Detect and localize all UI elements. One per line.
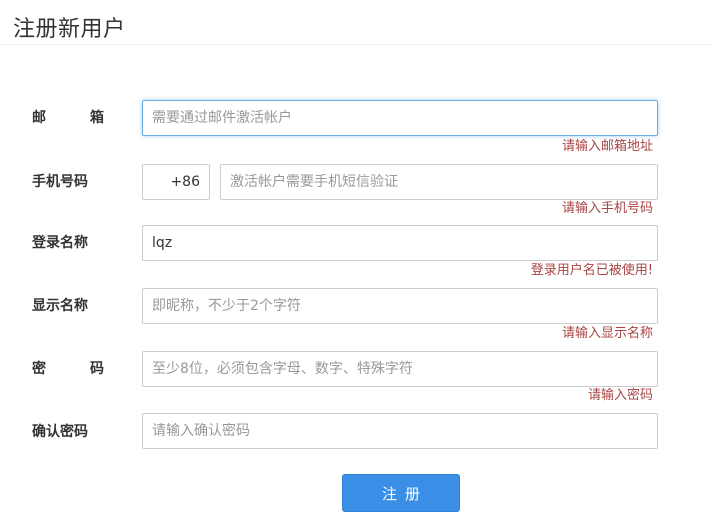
display-name-input[interactable]: [142, 288, 658, 324]
email-label-char-1: 邮: [32, 110, 46, 126]
login-name-error: 登录用户名已被使用!: [530, 263, 653, 278]
register-button[interactable]: 注册: [342, 474, 460, 512]
display-name-label: 显示名称: [32, 298, 88, 314]
password-input[interactable]: [142, 351, 658, 387]
phone-error: 请输入手机号码: [561, 201, 653, 216]
email-input[interactable]: [142, 100, 658, 136]
email-label-char-2: 箱: [90, 110, 104, 126]
login-name-label: 登录名称: [32, 235, 88, 251]
login-name-input[interactable]: [142, 225, 658, 261]
password-error: 请输入密码: [587, 388, 653, 403]
display-name-error: 请输入显示名称: [561, 326, 653, 341]
password-label-char-2: 码: [90, 361, 104, 377]
password-label: 密 码: [32, 359, 104, 379]
phone-label: 手机号码: [32, 174, 88, 190]
phone-input[interactable]: [220, 164, 658, 200]
register-form: 邮 箱 请输入邮箱地址 手机号码 +86 请输入手机号码 登录名称 登录用户名已…: [0, 0, 711, 527]
email-error: 请输入邮箱地址: [561, 139, 653, 154]
confirm-password-label: 确认密码: [32, 424, 88, 440]
confirm-password-input[interactable]: [142, 413, 658, 449]
password-label-char-1: 密: [32, 361, 46, 377]
phone-country-code: +86: [142, 164, 210, 200]
email-label: 邮 箱: [32, 108, 104, 128]
